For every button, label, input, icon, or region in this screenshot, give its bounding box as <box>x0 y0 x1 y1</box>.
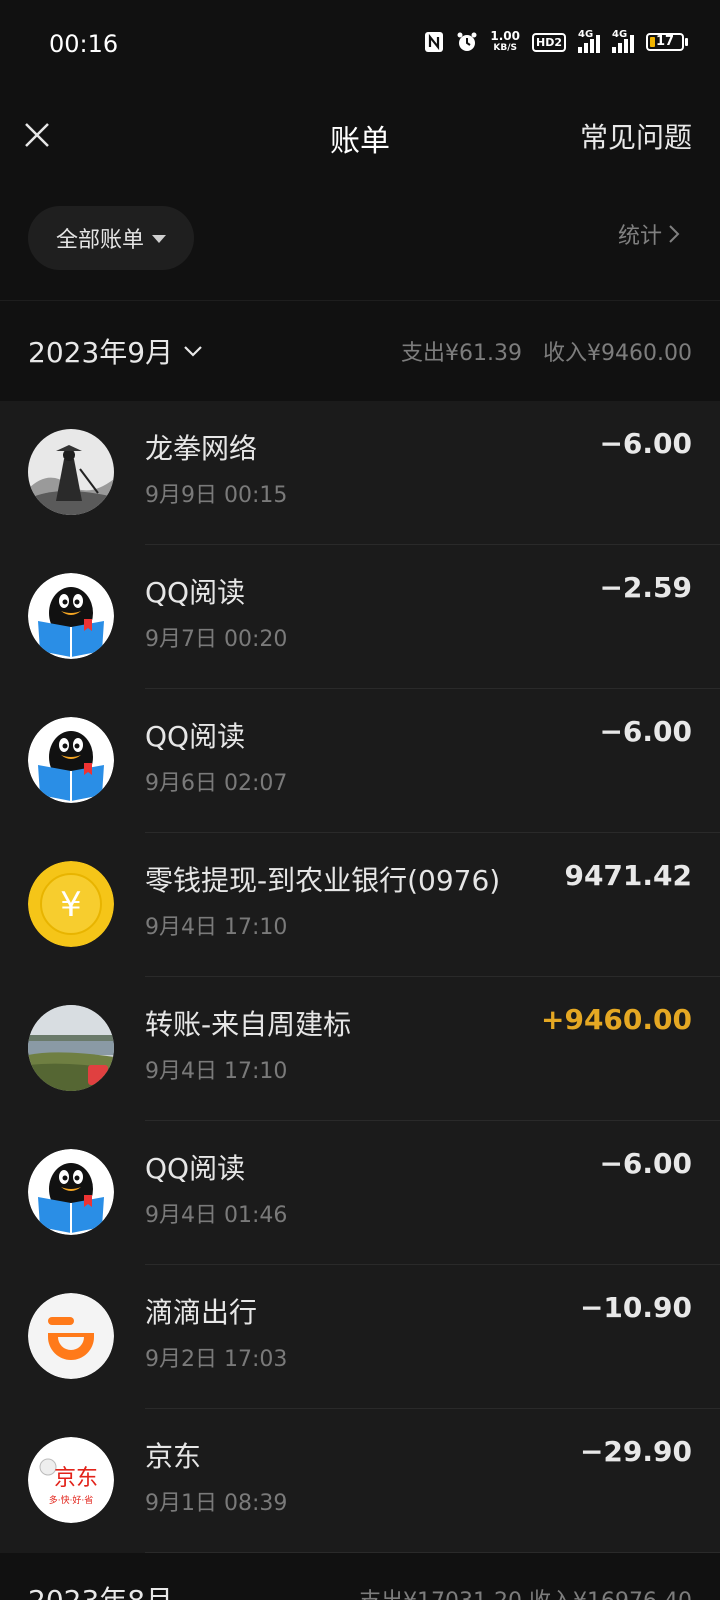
month-summary: 支出¥61.39 收入¥9460.00 <box>387 335 692 367</box>
battery-level: 17 <box>655 34 675 49</box>
close-button[interactable] <box>22 120 52 150</box>
transaction-row[interactable]: 龙拳网络 9月9日 00:15 −6.00 <box>0 401 720 545</box>
battery-icon: 17 <box>646 33 688 51</box>
month-expense: 支出¥61.39 <box>401 341 523 366</box>
transaction-row[interactable]: 京东 多·快·好·省 京东 9月1日 08:39 −29.90 <box>0 1409 720 1553</box>
transaction-time: 9月9日 00:15 <box>145 483 288 508</box>
transaction-amount: −10.90 <box>579 1291 692 1324</box>
merchant-name: 滴滴出行 <box>145 1296 258 1329</box>
signal-icon-2: 4G <box>612 29 634 53</box>
transaction-amount: −6.00 <box>599 715 692 748</box>
transaction-row[interactable]: ¥ 零钱提现-到农业银行(0976) 9月4日 17:10 9471.42 <box>0 833 720 977</box>
transaction-time: 9月2日 17:03 <box>145 1347 288 1372</box>
merchant-name: QQ阅读 <box>145 1152 246 1185</box>
caret-down-icon <box>152 235 166 243</box>
transaction-amount: 9471.42 <box>564 859 692 892</box>
transaction-time: 9月4日 17:10 <box>145 1059 288 1084</box>
bill-filter-dropdown[interactable]: 全部账单 <box>28 206 194 270</box>
status-bar: 00:16 1.00 KB/S HD2 4G 4G 17 <box>0 0 720 90</box>
bill-filter-label: 全部账单 <box>55 228 144 253</box>
transaction-amount: −29.90 <box>579 1435 692 1468</box>
merchant-name: QQ阅读 <box>145 576 246 609</box>
svg-text:京东: 京东 <box>54 1466 98 1491</box>
qq-reading-penguin-icon <box>28 573 114 659</box>
next-month-label: 2023年8月 <box>28 1579 173 1600</box>
alarm-icon <box>456 31 478 53</box>
svg-text:¥: ¥ <box>60 885 82 925</box>
transaction-amount: −6.00 <box>599 427 692 460</box>
signal-icon-1: 4G <box>578 29 600 53</box>
month-selector[interactable]: 2023年9月 <box>28 331 203 371</box>
hd-voice-icon: HD2 <box>532 32 566 52</box>
transaction-time: 9月7日 00:20 <box>145 627 288 652</box>
svg-text:多·快·好·省: 多·快·好·省 <box>49 1494 94 1506</box>
transaction-time: 9月1日 08:39 <box>145 1491 288 1516</box>
transaction-row[interactable]: QQ阅读 9月6日 02:07 −6.00 <box>0 689 720 833</box>
month-header-next[interactable]: 2023年8月 支出¥17031.20 收入¥16976.40 <box>0 1553 720 1600</box>
transaction-row[interactable]: QQ阅读 9月7日 00:20 −2.59 <box>0 545 720 689</box>
transaction-row[interactable]: 滴滴出行 9月2日 17:03 −10.90 <box>0 1265 720 1409</box>
merchant-name: 龙拳网络 <box>145 432 258 465</box>
transaction-list: 龙拳网络 9月9日 00:15 −6.00 QQ阅读 9月7日 00:20 −2… <box>0 401 720 1553</box>
transaction-row[interactable]: QQ阅读 9月4日 01:46 −6.00 <box>0 1121 720 1265</box>
didi-logo-icon <box>28 1293 114 1379</box>
month-income: 收入¥9460.00 <box>543 341 692 366</box>
status-time: 00:16 <box>49 30 119 58</box>
transaction-row[interactable]: 转账-来自周建标 9月4日 17:10 +9460.00 <box>0 977 720 1121</box>
merchant-name: 转账-来自周建标 <box>145 1008 352 1041</box>
transaction-amount: −2.59 <box>599 571 692 604</box>
qq-reading-penguin-icon <box>28 1149 114 1235</box>
close-icon <box>25 123 49 147</box>
statistics-label: 统计 <box>617 224 662 249</box>
transaction-amount: −6.00 <box>599 1147 692 1180</box>
landscape-photo-avatar-icon <box>28 1005 114 1091</box>
merchant-name: 零钱提现-到农业银行(0976) <box>145 864 501 897</box>
jd-logo-icon: 京东 多·快·好·省 <box>28 1437 114 1523</box>
statistics-link[interactable]: 统计 <box>618 218 680 250</box>
filter-area: 全部账单 统计 <box>0 180 720 301</box>
nfc-icon <box>424 31 444 53</box>
nav-bar: 账单 常见问题 <box>0 90 720 180</box>
faq-link[interactable]: 常见问题 <box>580 116 692 156</box>
merchant-name: QQ阅读 <box>145 720 246 753</box>
qq-reading-penguin-icon <box>28 717 114 803</box>
chevron-down-icon <box>184 346 202 357</box>
chevron-right-icon <box>669 225 680 243</box>
transaction-time: 9月6日 02:07 <box>145 771 288 796</box>
transaction-amount: +9460.00 <box>541 1003 692 1036</box>
month-header: 2023年9月 支出¥61.39 收入¥9460.00 <box>0 301 720 401</box>
status-icons: 1.00 KB/S HD2 4G 4G 17 <box>424 29 688 54</box>
ink-painting-avatar-icon <box>28 429 114 515</box>
month-label: 2023年9月 <box>28 336 174 369</box>
yen-coin-icon: ¥ <box>28 861 114 947</box>
merchant-name: 京东 <box>145 1440 202 1473</box>
transaction-time: 9月4日 01:46 <box>145 1203 288 1228</box>
transaction-time: 9月4日 17:10 <box>145 915 288 940</box>
network-speed: 1.00 KB/S <box>490 29 520 53</box>
next-month-summary: 支出¥17031.20 收入¥16976.40 <box>359 1583 692 1600</box>
